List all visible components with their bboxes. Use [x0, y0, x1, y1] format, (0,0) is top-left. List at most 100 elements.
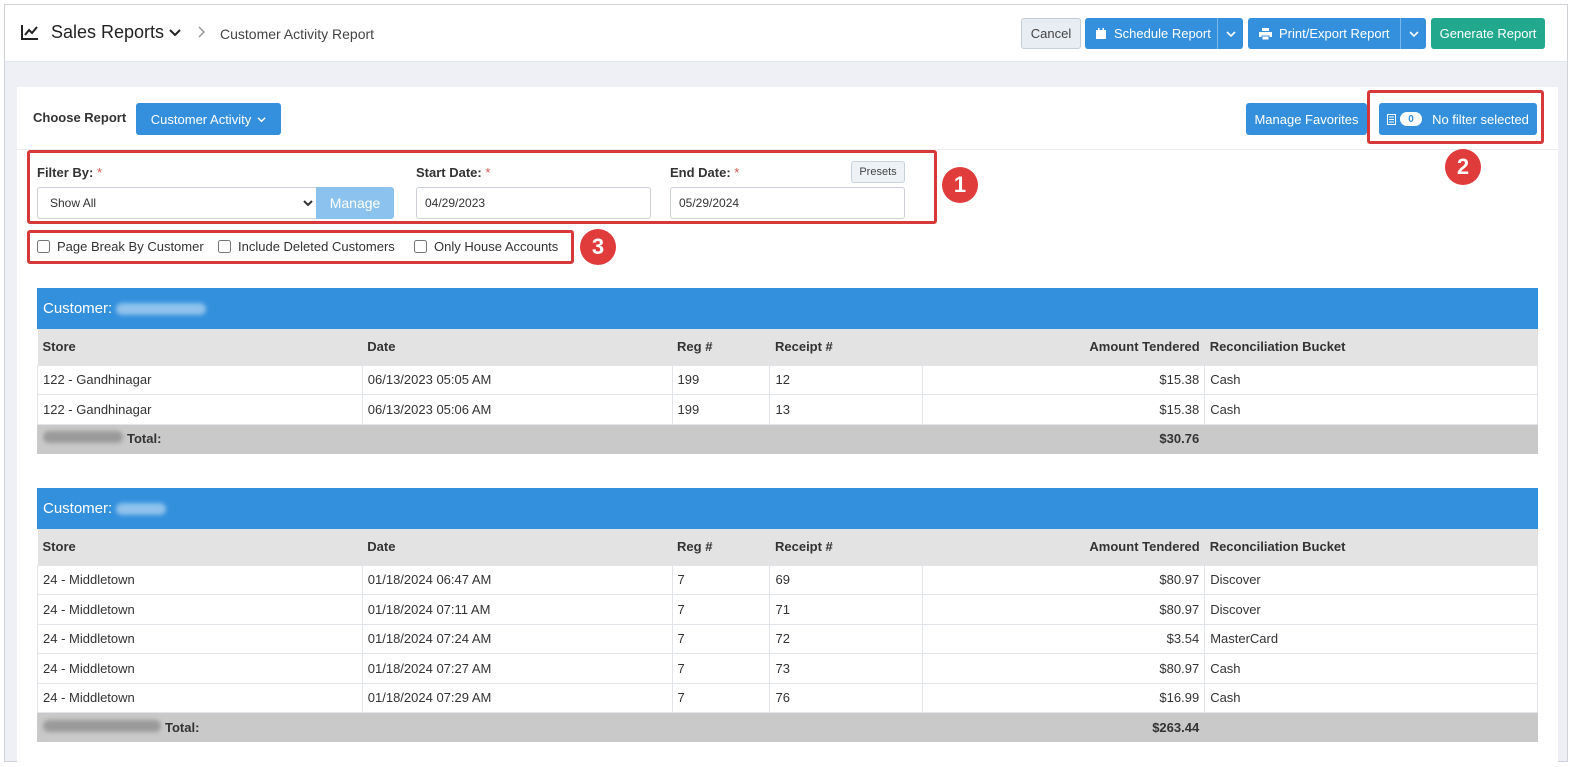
redacted-customer-name: [116, 302, 207, 315]
cancel-button[interactable]: Cancel: [1021, 18, 1081, 49]
printer-icon: [1259, 27, 1272, 40]
cell-bucket: Cash: [1204, 682, 1538, 713]
schedule-dropdown-toggle[interactable]: [1217, 18, 1243, 49]
cell-store: 24 - Middletown: [37, 564, 363, 595]
calendar-icon: [1096, 27, 1106, 39]
table-row: 24 - Middletown 01/18/2024 06:47 AM 7 69…: [37, 564, 1538, 595]
redacted-customer-name: [43, 431, 123, 443]
column-header-date: Date: [362, 329, 673, 365]
table-row: 24 - Middletown 01/18/2024 07:11 AM 7 71…: [37, 594, 1538, 625]
cell-reg: 7: [671, 594, 771, 625]
highlight-box-1: [27, 150, 937, 224]
cell-receipt: 76: [769, 682, 924, 713]
cell-bucket: Discover: [1204, 564, 1538, 595]
cell-bucket: Cash: [1204, 364, 1538, 395]
table-row: 24 - Middletown 01/18/2024 07:29 AM 7 76…: [37, 682, 1538, 713]
line-chart-icon: [21, 25, 38, 40]
cell-date: 01/18/2024 07:24 AM: [361, 623, 673, 654]
cell-amount: $15.38: [922, 364, 1206, 395]
cell-receipt: 73: [769, 653, 924, 684]
total-empty-cell: [1204, 423, 1538, 454]
table-header-row: Store Date Reg # Receipt # Amount Tender…: [37, 529, 1538, 565]
table-row: 24 - Middletown 01/18/2024 07:27 AM 7 73…: [37, 653, 1538, 684]
column-header-receipt: Receipt #: [769, 529, 923, 565]
cell-amount: $3.54: [922, 623, 1206, 654]
column-header-reg: Reg #: [672, 329, 770, 365]
total-amount: $263.44: [922, 712, 1206, 742]
total-amount: $30.76: [922, 423, 1206, 454]
schedule-report-button[interactable]: Schedule Report: [1085, 18, 1243, 49]
cell-date: 06/13/2023 05:06 AM: [361, 394, 673, 425]
highlight-box-2: [1367, 90, 1544, 144]
cell-amount: $80.97: [922, 564, 1206, 595]
column-header-store: Store: [37, 329, 363, 365]
page-title[interactable]: Sales Reports: [51, 22, 164, 43]
table-row: 122 - Gandhinagar 06/13/2023 05:06 AM 19…: [37, 394, 1538, 425]
chevron-down-icon: [257, 116, 266, 122]
callout-1: 1: [942, 167, 978, 203]
column-header-amount: Amount Tendered: [922, 529, 1205, 565]
cell-store: 24 - Middletown: [37, 682, 363, 713]
customer-table: Store Date Reg # Receipt # Amount Tender…: [36, 529, 1538, 742]
print-export-button[interactable]: Print/Export Report: [1248, 18, 1426, 49]
cell-reg: 199: [671, 394, 771, 425]
highlight-box-3: [27, 230, 574, 264]
top-bar: Sales Reports Customer Activity Report C…: [5, 5, 1567, 62]
cell-date: 06/13/2023 05:05 AM: [361, 364, 673, 395]
cell-store: 24 - Middletown: [37, 594, 363, 625]
app-window: Sales Reports Customer Activity Report C…: [4, 4, 1568, 763]
choose-report-dropdown[interactable]: Customer Activity: [136, 103, 281, 135]
breadcrumb: Customer Activity Report: [220, 26, 375, 42]
table-row: 24 - Middletown 01/18/2024 07:24 AM 7 72…: [37, 623, 1538, 654]
cell-date: 01/18/2024 07:27 AM: [361, 653, 673, 684]
choose-report-label: Choose Report: [33, 110, 127, 125]
table-row: 122 - Gandhinagar 06/13/2023 05:05 AM 19…: [37, 364, 1538, 395]
column-header-store: Store: [37, 529, 363, 565]
cell-receipt: 12: [769, 364, 924, 395]
cell-receipt: 69: [769, 564, 924, 595]
table-header-row: Store Date Reg # Receipt # Amount Tender…: [37, 329, 1538, 365]
cell-bucket: Cash: [1204, 653, 1538, 684]
cell-date: 01/18/2024 07:11 AM: [361, 594, 673, 625]
chevron-down-icon[interactable]: [167, 24, 183, 40]
column-header-bucket: Reconciliation Bucket: [1204, 529, 1538, 565]
cell-date: 01/18/2024 07:29 AM: [361, 682, 673, 713]
customer-header: Customer:: [37, 488, 1538, 529]
cell-receipt: 72: [769, 623, 924, 654]
cell-amount: $80.97: [922, 594, 1206, 625]
total-label-cell: Total:: [36, 712, 924, 742]
cell-reg: 199: [671, 364, 771, 395]
column-header-reg: Reg #: [672, 529, 770, 565]
print-export-label: Print/Export Report: [1279, 26, 1390, 41]
column-header-bucket: Reconciliation Bucket: [1204, 329, 1538, 365]
customer-header: Customer:: [37, 288, 1538, 329]
redacted-customer-name: [116, 502, 167, 515]
column-header-amount: Amount Tendered: [922, 329, 1205, 365]
cell-date: 01/18/2024 06:47 AM: [361, 564, 673, 595]
cell-store: 122 - Gandhinagar: [37, 364, 363, 395]
column-header-receipt: Receipt #: [769, 329, 923, 365]
generate-report-button[interactable]: Generate Report: [1431, 18, 1545, 49]
manage-favorites-button[interactable]: Manage Favorites: [1246, 103, 1367, 135]
customer-table: Store Date Reg # Receipt # Amount Tender…: [36, 329, 1538, 454]
chevron-down-icon: [1225, 30, 1236, 37]
cell-reg: 7: [671, 682, 771, 713]
cell-amount: $15.38: [922, 394, 1206, 425]
cell-amount: $16.99: [922, 682, 1206, 713]
print-dropdown-toggle[interactable]: [1400, 18, 1426, 49]
column-header-date: Date: [362, 529, 673, 565]
cell-store: 24 - Middletown: [37, 623, 363, 654]
total-label-cell: Total:: [36, 423, 924, 454]
schedule-report-label: Schedule Report: [1114, 26, 1211, 41]
cell-receipt: 13: [769, 394, 924, 425]
cell-reg: 7: [671, 653, 771, 684]
total-row: Total: $30.76: [36, 423, 1538, 454]
cell-reg: 7: [671, 623, 771, 654]
report-panel: Choose Report Customer Activity Manage F…: [17, 87, 1558, 763]
cell-bucket: Cash: [1204, 394, 1538, 425]
cell-bucket: Discover: [1204, 594, 1538, 625]
callout-2: 2: [1445, 149, 1481, 185]
cell-bucket: MasterCard: [1204, 623, 1538, 654]
chevron-down-icon: [1408, 30, 1419, 37]
cell-store: 122 - Gandhinagar: [37, 394, 363, 425]
